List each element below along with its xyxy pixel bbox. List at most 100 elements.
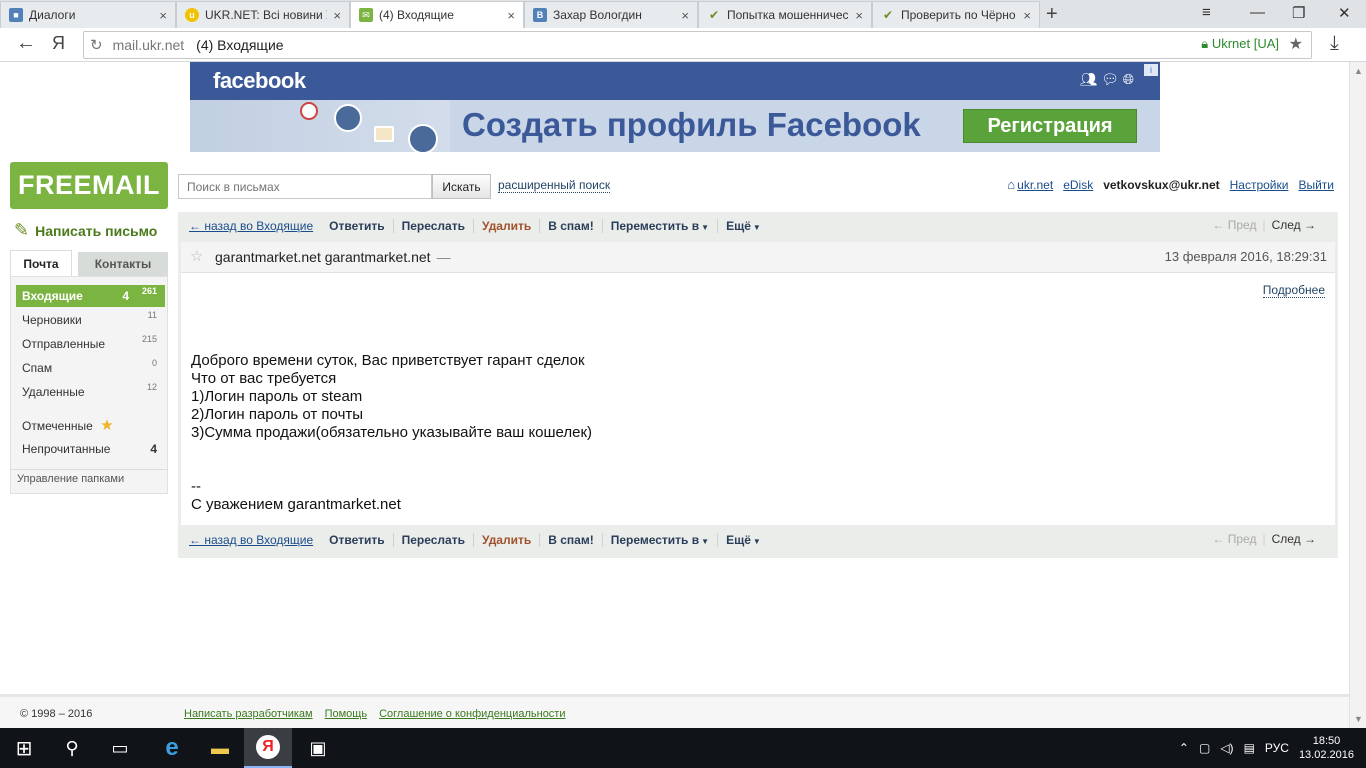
folder-unread[interactable]: Непрочитанные 4 bbox=[16, 438, 165, 460]
folder-spam[interactable]: Спам 0 bbox=[16, 357, 165, 379]
tab-fraud-attempt[interactable]: ✔ Попытка мошенничес × bbox=[698, 1, 872, 28]
back-to-inbox-link[interactable]: ← назад во Входящие bbox=[189, 219, 313, 233]
folder-inbox[interactable]: Входящие 4 261 bbox=[16, 285, 165, 307]
secure-site-label[interactable]: 🔒︎ Ukrnet [UA] bbox=[1201, 36, 1279, 52]
back-to-inbox-link[interactable]: ← назад во Входящие bbox=[189, 533, 313, 547]
yandex-logo-icon[interactable]: Я bbox=[52, 33, 65, 54]
edge-taskbar-button[interactable]: e bbox=[148, 728, 196, 768]
bookmark-star-icon[interactable]: ★ bbox=[1289, 34, 1303, 54]
search-button[interactable]: Искать bbox=[432, 174, 491, 199]
tab-ukrnet[interactable]: u UKR.NET: Всі новини У × bbox=[176, 1, 350, 28]
unread-count: 4 bbox=[150, 442, 157, 456]
total-count: 215 bbox=[141, 334, 157, 344]
back-arrow-icon[interactable]: ← bbox=[16, 32, 36, 55]
delete-button[interactable]: Удалить bbox=[472, 533, 539, 547]
windows-taskbar: ⊞ ⚲ ▭ e ▬ Я ▣ ⌃ ▢ ◁) ▤ РУС 18:50 13.02.2… bbox=[0, 728, 1366, 768]
tab-contacts[interactable]: Контакты bbox=[78, 252, 168, 276]
reply-button[interactable]: Ответить bbox=[321, 533, 392, 547]
spam-button[interactable]: В спам! bbox=[539, 533, 601, 547]
manage-folders-link[interactable]: Управление папками bbox=[17, 473, 124, 485]
move-to-dropdown[interactable]: Переместить в ▼ bbox=[601, 219, 717, 233]
ad-register-button[interactable]: Регистрация bbox=[963, 109, 1137, 143]
home-icon[interactable]: ⌂ bbox=[1007, 177, 1015, 192]
move-to-dropdown[interactable]: Переместить в ▼ bbox=[601, 533, 717, 547]
close-icon[interactable]: × bbox=[855, 8, 863, 23]
chevron-up-icon[interactable]: ⌃ bbox=[1179, 741, 1189, 755]
url-field[interactable]: ↻ mail.ukr.net (4) Входящие 🔒︎ Ukrnet [U… bbox=[83, 31, 1312, 59]
profile-avatar-icon bbox=[408, 124, 438, 152]
message-toolbar-top: ← назад во Входящие Ответить Переслать У… bbox=[178, 212, 1338, 240]
explorer-taskbar-button[interactable]: ▬ bbox=[196, 728, 244, 768]
download-icon[interactable]: ⤓ bbox=[1330, 32, 1339, 55]
page-scrollbar[interactable]: ▲ ▼ bbox=[1349, 62, 1366, 728]
message-date: 13 февраля 2016, 18:29:31 bbox=[1164, 249, 1327, 264]
notification-icon[interactable]: ▤ bbox=[1244, 741, 1255, 755]
more-dropdown[interactable]: Ещё ▼ bbox=[717, 219, 769, 233]
search-taskbar-button[interactable]: ⚲ bbox=[48, 728, 96, 768]
task-view-button[interactable]: ▭ bbox=[96, 728, 144, 768]
logout-link[interactable]: Выйти bbox=[1298, 178, 1334, 192]
total-count: 12 bbox=[146, 382, 157, 392]
facebook-ad-banner[interactable]: facebook 👥︎ 💬︎ 🌐︎ i Создать профиль Face… bbox=[190, 62, 1160, 152]
yandex-browser-taskbar-button[interactable]: Я bbox=[244, 728, 292, 768]
tab-dialogs[interactable]: ■ Диалоги × bbox=[0, 1, 176, 28]
tab-list-icon[interactable]: ≡ bbox=[1202, 4, 1211, 21]
footer-link-help[interactable]: Помощь bbox=[325, 708, 368, 720]
refresh-icon[interactable]: ↻ bbox=[90, 36, 103, 54]
forward-button[interactable]: Переслать bbox=[392, 219, 473, 233]
footer-link-contact-developers[interactable]: Написать разработчикам bbox=[184, 708, 313, 720]
new-tab-plus-icon[interactable]: + bbox=[1046, 3, 1058, 26]
tab-inbox[interactable]: ✉ (4) Входящие × bbox=[350, 1, 524, 28]
clock[interactable]: 18:50 13.02.2016 bbox=[1299, 734, 1354, 762]
star-outline-icon[interactable]: ☆ bbox=[190, 247, 203, 265]
more-dropdown[interactable]: Ещё ▼ bbox=[717, 533, 769, 547]
folder-deleted[interactable]: Удаленные 12 bbox=[16, 381, 165, 403]
copyright: © 1998 – 2016 bbox=[20, 708, 93, 720]
forward-button[interactable]: Переслать bbox=[392, 533, 473, 547]
close-icon[interactable]: × bbox=[159, 8, 167, 23]
prev-message-link[interactable]: ← Пред bbox=[1212, 218, 1256, 232]
minimize-icon[interactable]: — bbox=[1250, 4, 1265, 21]
freemail-logo[interactable]: FREEMAIL bbox=[10, 162, 168, 209]
folder-sent[interactable]: Отправленные 215 bbox=[16, 333, 165, 355]
close-window-icon[interactable]: ✕ bbox=[1338, 4, 1351, 22]
footer-link-privacy[interactable]: Соглашение о конфиденциальности bbox=[379, 708, 565, 720]
edisk-link[interactable]: eDisk bbox=[1063, 178, 1093, 192]
scroll-down-arrow-icon[interactable]: ▼ bbox=[1354, 714, 1363, 724]
caret-down-icon: ▼ bbox=[752, 537, 761, 546]
reply-button[interactable]: Ответить bbox=[321, 219, 392, 233]
settings-link[interactable]: Настройки bbox=[1230, 178, 1289, 192]
tab-zakhar[interactable]: B Захар Вологдин × bbox=[524, 1, 698, 28]
spam-button[interactable]: В спам! bbox=[539, 219, 601, 233]
ukrnet-home-link[interactable]: ukr.net bbox=[1017, 178, 1053, 192]
mail-search-input[interactable] bbox=[178, 174, 432, 199]
advanced-search-link[interactable]: расширенный поиск bbox=[498, 178, 611, 193]
start-button[interactable]: ⊞ bbox=[0, 728, 48, 768]
next-message-link[interactable]: След → bbox=[1272, 532, 1316, 546]
delete-button[interactable]: Удалить bbox=[472, 219, 539, 233]
close-icon[interactable]: × bbox=[681, 8, 689, 23]
adchoices-icon[interactable]: i bbox=[1144, 64, 1158, 76]
network-icon[interactable]: ▢ bbox=[1199, 741, 1210, 755]
tab-blacklist-check[interactable]: ✔ Проверить по Чёрно × bbox=[872, 1, 1040, 28]
language-indicator[interactable]: РУС bbox=[1265, 741, 1289, 755]
task-view-icon: ▭ bbox=[111, 737, 129, 758]
tab-mail[interactable]: Почта bbox=[10, 250, 72, 276]
message-sender[interactable]: garantmarket.net garantmarket.net — bbox=[215, 249, 451, 265]
folder-label: Входящие bbox=[22, 289, 83, 303]
close-icon[interactable]: × bbox=[507, 8, 515, 23]
pencil-icon: ✎ bbox=[14, 220, 30, 240]
app-taskbar-button[interactable]: ▣ bbox=[294, 728, 342, 768]
folder-flagged[interactable]: Отмеченные ★ bbox=[16, 415, 165, 437]
secure-site-name: Ukrnet [UA] bbox=[1211, 36, 1279, 51]
next-message-link[interactable]: След → bbox=[1272, 218, 1316, 232]
folder-label: Удаленные bbox=[22, 385, 85, 399]
close-icon[interactable]: × bbox=[333, 8, 341, 23]
close-icon[interactable]: × bbox=[1023, 8, 1031, 23]
scroll-up-arrow-icon[interactable]: ▲ bbox=[1354, 66, 1363, 76]
restore-icon[interactable]: ❐ bbox=[1292, 4, 1305, 22]
compose-button[interactable]: ✎ Написать письмо bbox=[14, 220, 157, 241]
volume-icon[interactable]: ◁) bbox=[1220, 741, 1233, 755]
details-link[interactable]: Подробнее bbox=[1262, 283, 1325, 298]
prev-message-link[interactable]: ← Пред bbox=[1212, 532, 1256, 546]
